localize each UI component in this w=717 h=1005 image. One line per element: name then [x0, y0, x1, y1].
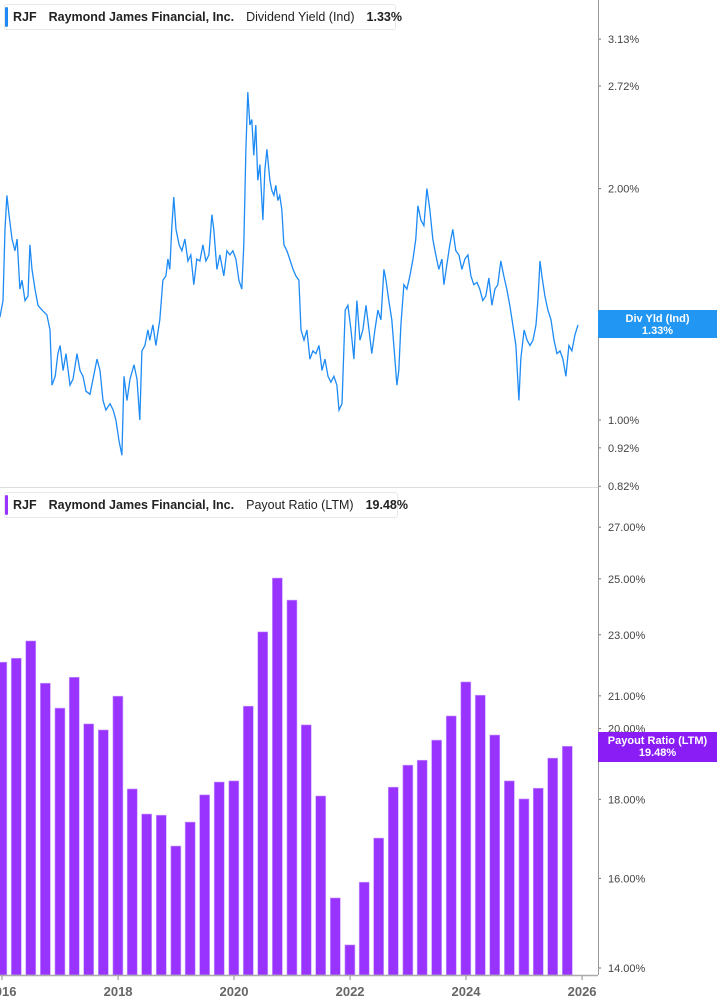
payout-bar	[518, 798, 530, 976]
payout-bar	[562, 745, 573, 976]
series-color-marker	[5, 7, 8, 27]
payout-bar	[40, 682, 51, 976]
payout-bar	[344, 944, 356, 976]
legend-company: Raymond James Financial, Inc.	[48, 10, 235, 24]
top-y-axis: 3.13% 2.72% 2.00% 1.00% 0.92% 0.82%	[598, 34, 639, 493]
top-y-tick-label: 2.00%	[608, 184, 639, 196]
bottom-y-tick-label: 18.00%	[608, 794, 646, 806]
payout-bar	[0, 661, 8, 976]
payout-bar	[358, 881, 370, 976]
top-y-tick-label: 2.72%	[608, 81, 639, 93]
payout-bar	[170, 845, 182, 976]
legend-ticker: RJF	[13, 10, 37, 24]
payout-bar	[10, 657, 22, 976]
payout-bar	[504, 780, 515, 976]
payout-bar	[257, 631, 269, 976]
payout-bar	[416, 759, 428, 976]
payout-bar	[315, 795, 327, 976]
x-tick-label: 2016	[0, 984, 16, 999]
legend-value: 19.48%	[365, 498, 408, 512]
payout-bar	[460, 681, 472, 976]
bottom-legend: RJF Raymond James Financial, Inc. Payout…	[4, 492, 408, 518]
value-box-label: Payout Ratio (LTM)	[607, 735, 708, 747]
top-y-tick-label: 0.82%	[608, 481, 639, 493]
current-payout-label: Payout Ratio (LTM) 19.48%	[598, 732, 717, 762]
x-tick-label: 2018	[104, 984, 133, 999]
payout-bar	[330, 897, 341, 976]
payout-bar	[272, 577, 283, 976]
legend-value: 1.33%	[366, 10, 402, 24]
legend-metric: Payout Ratio (LTM)	[246, 498, 354, 512]
legend-company: Raymond James Financial, Inc.	[48, 498, 235, 512]
payout-bar	[474, 694, 486, 976]
value-box-value: 19.48%	[638, 747, 677, 759]
payout-bar	[126, 788, 138, 976]
payout-bar	[489, 734, 501, 976]
dividend-yield-line	[0, 92, 579, 456]
payout-bar	[54, 707, 66, 976]
payout-bar	[387, 786, 399, 976]
payout-bar	[199, 794, 210, 976]
top-y-tick-label: 0.92%	[608, 443, 639, 455]
bottom-y-tick-label: 21.00%	[608, 691, 646, 703]
payout-bars	[0, 577, 573, 976]
payout-bar	[242, 705, 254, 976]
x-tick-label: 2026	[568, 984, 597, 999]
payout-bar	[213, 781, 225, 976]
bottom-y-tick-label: 23.00%	[608, 630, 646, 642]
payout-bar	[25, 640, 37, 976]
bottom-y-tick-label: 14.00%	[608, 963, 646, 975]
top-legend: RJF Raymond James Financial, Inc. Divide…	[4, 4, 402, 30]
legend-metric: Dividend Yield (Ind)	[246, 10, 355, 24]
payout-bar	[532, 787, 544, 976]
payout-bar	[228, 780, 240, 976]
payout-bar	[402, 764, 414, 976]
payout-bar	[431, 739, 442, 976]
payout-bar	[155, 814, 167, 976]
x-tick-label: 2022	[336, 984, 365, 999]
value-box-value: 1.33%	[641, 325, 674, 337]
x-tick-label: 2020	[220, 984, 249, 999]
payout-bar	[373, 837, 384, 976]
legend-ticker: RJF	[13, 498, 37, 512]
payout-bar	[141, 813, 152, 976]
bottom-y-tick-label: 27.00%	[608, 522, 646, 534]
top-y-tick-label: 3.13%	[608, 34, 639, 46]
payout-bar	[300, 724, 312, 976]
current-yield-label: Div Yld (Ind) 1.33%	[598, 310, 717, 338]
top-y-tick-label: 1.00%	[608, 415, 639, 427]
x-axis: 2016 2018 2020 2022 2024 2026	[0, 975, 597, 999]
payout-bar	[445, 715, 457, 976]
payout-bar	[98, 729, 109, 976]
series-color-marker	[5, 495, 8, 515]
bottom-y-tick-label: 25.00%	[608, 574, 646, 586]
payout-bar	[547, 757, 559, 976]
bottom-y-tick-label: 16.00%	[608, 873, 646, 885]
payout-bar	[112, 695, 124, 976]
value-box-label: Div Yld (Ind)	[625, 313, 690, 325]
payout-bar	[184, 821, 196, 976]
payout-bar	[68, 676, 80, 976]
payout-bar	[286, 599, 298, 976]
payout-bar	[83, 723, 95, 976]
x-tick-label: 2024	[452, 984, 482, 999]
